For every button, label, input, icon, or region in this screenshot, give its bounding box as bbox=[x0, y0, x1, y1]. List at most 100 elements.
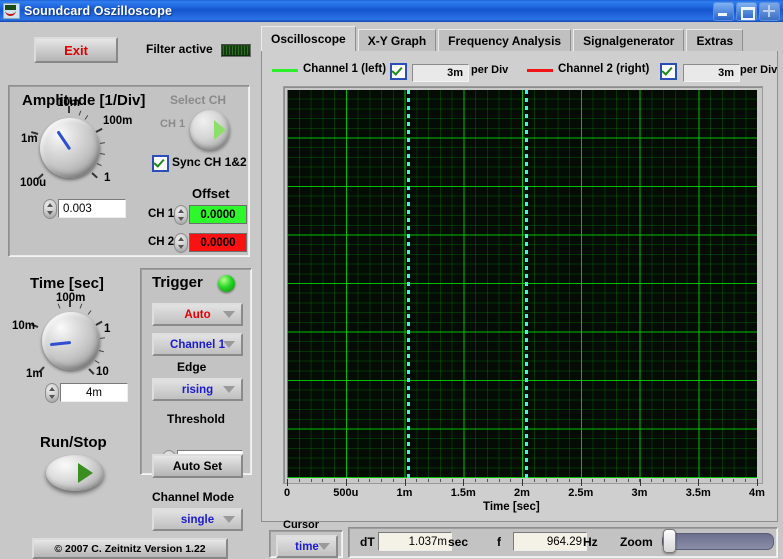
tab-oscilloscope[interactable]: Oscilloscope bbox=[261, 26, 356, 51]
trigger-edge-label: Edge bbox=[177, 360, 206, 374]
zoom-slider-track[interactable] bbox=[662, 533, 774, 550]
channel-mode-label: Channel Mode bbox=[152, 490, 234, 504]
x-axis-minor-tick bbox=[299, 479, 300, 482]
x-axis-minor-tick bbox=[510, 479, 511, 482]
offset-title: Offset bbox=[192, 186, 230, 201]
x-axis-major-tick bbox=[287, 479, 288, 486]
x-axis-minor-tick bbox=[322, 479, 323, 482]
frequency-value-field[interactable]: 964.29 bbox=[513, 532, 587, 551]
chevron-down-icon bbox=[223, 386, 235, 393]
window-title: Soundcard Oszilloscope bbox=[24, 4, 172, 18]
x-axis-minor-tick bbox=[675, 479, 676, 482]
channel-mode-dropdown[interactable]: single bbox=[152, 508, 243, 531]
dt-unit-label: sec bbox=[448, 535, 468, 549]
zoom-slider-thumb[interactable] bbox=[663, 529, 676, 553]
x-axis-minor-tick bbox=[369, 479, 370, 482]
maximize-icon[interactable] bbox=[736, 2, 757, 21]
x-axis-minor-tick bbox=[663, 479, 664, 482]
cursor-mode-value: time bbox=[295, 541, 319, 553]
tab-bar: Oscilloscope X-Y Graph Frequency Analysi… bbox=[261, 27, 745, 51]
trigger-led bbox=[218, 275, 235, 292]
x-axis-minor-tick bbox=[393, 479, 394, 482]
channel-mode-value: single bbox=[181, 514, 214, 526]
sync-channels-checkbox[interactable] bbox=[152, 155, 169, 172]
channel-2-per-div-field[interactable]: 3m bbox=[683, 64, 740, 82]
application-window: Soundcard Oszilloscope Exit Filter activ… bbox=[0, 0, 783, 559]
amplitude-knob-label-100u: 100u bbox=[20, 177, 46, 189]
x-axis-major-tick bbox=[346, 479, 347, 486]
amplitude-title: Amplitude [1/Div] bbox=[22, 92, 145, 109]
time-knob-label-100m: 100m bbox=[56, 292, 85, 304]
frequency-unit-label: Hz bbox=[583, 535, 598, 549]
x-axis-minor-tick bbox=[440, 479, 441, 482]
tab-signalgenerator[interactable]: Signalgenerator bbox=[573, 29, 684, 51]
waveform-traces bbox=[287, 90, 757, 478]
offset-ch2-stepper[interactable] bbox=[174, 233, 188, 253]
trigger-mode-value: Auto bbox=[184, 309, 210, 321]
dt-value-field[interactable]: 1.037m bbox=[378, 532, 452, 551]
x-axis-major-tick bbox=[522, 479, 523, 486]
cursor-mode-dropdown[interactable]: time bbox=[276, 535, 338, 558]
x-axis-minor-tick bbox=[416, 479, 417, 482]
x-axis-major-tick bbox=[463, 479, 464, 486]
offset-ch2-label: CH 2 bbox=[148, 236, 174, 248]
copyright-label: © 2007 C. Zeitnitz Version 1.22 bbox=[32, 538, 228, 559]
x-axis-minor-tick bbox=[381, 479, 382, 482]
channel-2-checkbox[interactable] bbox=[660, 63, 677, 80]
x-axis-tick-label: 3m bbox=[632, 487, 648, 499]
oscilloscope-plot[interactable] bbox=[287, 90, 757, 478]
run-stop-button[interactable] bbox=[46, 455, 104, 491]
trigger-source-dropdown[interactable]: Channel 1 bbox=[152, 333, 243, 356]
auto-set-button[interactable]: Auto Set bbox=[152, 454, 243, 478]
time-knob[interactable] bbox=[42, 312, 100, 370]
cursor-line-2[interactable] bbox=[525, 90, 528, 478]
channel-1-label: Channel 1 (left) bbox=[303, 63, 386, 75]
amplitude-stepper[interactable] bbox=[43, 199, 57, 219]
trigger-mode-dropdown[interactable]: Auto bbox=[152, 303, 243, 326]
x-axis-minor-tick bbox=[604, 479, 605, 482]
x-axis-minor-tick bbox=[592, 479, 593, 482]
trigger-source-value: Channel 1 bbox=[170, 339, 225, 351]
x-axis-tick-label: 4m bbox=[749, 487, 765, 499]
chevron-down-icon bbox=[318, 543, 330, 550]
tab-frequency-analysis[interactable]: Frequency Analysis bbox=[438, 29, 571, 51]
channel-1-per-div-field[interactable]: 3m bbox=[412, 64, 469, 82]
tab-extras[interactable]: Extras bbox=[686, 29, 743, 51]
minimize-icon[interactable] bbox=[713, 2, 734, 21]
filter-active-led bbox=[221, 44, 251, 57]
amplitude-knob-label-10m: 10m bbox=[57, 97, 80, 109]
x-axis-tick-label: 3.5m bbox=[686, 487, 711, 499]
x-axis-tick-label: 500u bbox=[333, 487, 358, 499]
close-icon[interactable] bbox=[759, 2, 780, 21]
offset-ch1-value[interactable]: 0.0000 bbox=[189, 205, 247, 224]
channel-2-per-div-label: per Div bbox=[740, 64, 777, 76]
cursor-line-1[interactable] bbox=[407, 90, 410, 478]
x-axis-title: Time [sec] bbox=[483, 501, 540, 513]
time-value-field[interactable]: 4m bbox=[60, 383, 128, 402]
frequency-label: f bbox=[497, 535, 501, 549]
knob-wedge-icon bbox=[214, 120, 226, 140]
select-ch-label: Select CH bbox=[170, 93, 226, 107]
channel-2-color-swatch bbox=[527, 69, 553, 72]
offset-ch2-value[interactable]: 0.0000 bbox=[189, 233, 247, 252]
x-axis-minor-tick bbox=[499, 479, 500, 482]
x-axis-major-tick bbox=[640, 479, 641, 486]
title-bar: Soundcard Oszilloscope bbox=[0, 0, 783, 22]
filter-active-label: Filter active bbox=[146, 42, 213, 56]
x-axis-tick-label: 0 bbox=[284, 487, 290, 499]
amplitude-knob[interactable] bbox=[40, 118, 100, 178]
x-axis-major-tick bbox=[581, 479, 582, 486]
x-axis-minor-tick bbox=[487, 479, 488, 482]
offset-ch1-stepper[interactable] bbox=[174, 205, 188, 225]
x-axis-minor-tick bbox=[311, 479, 312, 482]
amplitude-value-field[interactable]: 0.003 bbox=[58, 199, 126, 218]
trigger-edge-dropdown[interactable]: rising bbox=[152, 378, 243, 401]
time-stepper[interactable] bbox=[45, 383, 59, 403]
chevron-down-icon bbox=[223, 311, 235, 318]
x-axis-minor-tick bbox=[428, 479, 429, 482]
x-axis-tick-label: 1.5m bbox=[451, 487, 476, 499]
exit-button[interactable]: Exit bbox=[34, 37, 118, 63]
tab-xy-graph[interactable]: X-Y Graph bbox=[358, 29, 436, 51]
channel-1-checkbox[interactable] bbox=[390, 63, 407, 80]
select-channel-knob[interactable] bbox=[190, 110, 230, 150]
